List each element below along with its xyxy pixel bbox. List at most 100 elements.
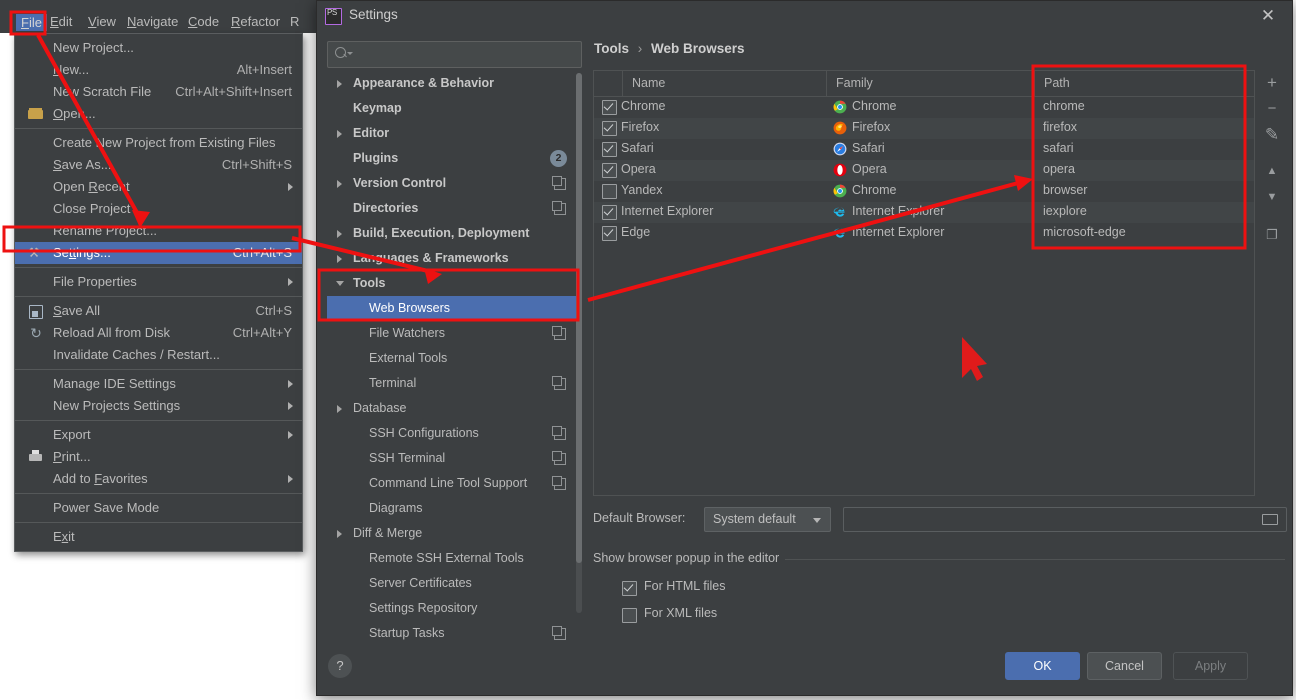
file-menu-item-print[interactable]: Print... (15, 446, 302, 468)
copy-settings-icon[interactable] (552, 326, 566, 340)
sidebar-item-appearance-behavior[interactable]: Appearance & Behavior (327, 71, 580, 96)
file-menu-item-close-project[interactable]: Close Project (15, 198, 302, 220)
default-browser-path-input[interactable] (843, 507, 1287, 532)
table-row[interactable]: Firefox Firefox firefox (594, 118, 1254, 139)
chevron-right-icon[interactable] (337, 80, 342, 88)
browser-enabled-checkbox[interactable] (602, 121, 617, 136)
file-menu-item-exit[interactable]: Exit (15, 526, 302, 548)
settings-search-input[interactable] (327, 41, 582, 68)
checkbox-for-html-files[interactable] (622, 581, 637, 596)
table-row[interactable]: Safari Safari safari (594, 139, 1254, 160)
file-menu-item-rename-project[interactable]: Rename Project... (15, 220, 302, 242)
copy-settings-icon[interactable] (552, 201, 566, 215)
browser-name-cell[interactable]: Chrome (621, 99, 665, 113)
chevron-down-icon[interactable] (336, 281, 344, 290)
tree-scrollbar[interactable] (576, 73, 582, 613)
chevron-right-icon[interactable] (337, 130, 342, 138)
file-menu-item-save-as[interactable]: Save As... Ctrl+Shift+S (15, 154, 302, 176)
close-icon[interactable]: ✕ (1258, 6, 1278, 26)
file-menu-item-new-projects-settings[interactable]: New Projects Settings (15, 395, 302, 417)
ok-button[interactable]: OK (1005, 652, 1080, 680)
add-button[interactable]: + (1258, 70, 1286, 96)
file-menu-item-export[interactable]: Export (15, 424, 302, 446)
browser-path-cell[interactable]: opera (1043, 162, 1075, 176)
sidebar-item-file-watchers[interactable]: File Watchers (327, 321, 580, 346)
browser-enabled-checkbox[interactable] (602, 142, 617, 157)
table-row[interactable]: Opera Opera opera (594, 160, 1254, 181)
file-menu-item-open-recent[interactable]: Open Recent (15, 176, 302, 198)
tree-scrollbar-thumb[interactable] (576, 73, 582, 563)
file-menu-item-file-properties[interactable]: File Properties (15, 271, 302, 293)
sidebar-item-build-execution-deployment[interactable]: Build, Execution, Deployment (327, 221, 580, 246)
copy-settings-icon[interactable] (552, 626, 566, 640)
copy-settings-icon[interactable] (552, 476, 566, 490)
browser-family-cell[interactable]: Internet Explorer (852, 204, 944, 218)
sidebar-item-diagrams[interactable]: Diagrams (327, 496, 580, 521)
menubar-item-code[interactable]: Code (188, 14, 219, 29)
browser-path-cell[interactable]: firefox (1043, 120, 1077, 134)
sidebar-item-version-control[interactable]: Version Control (327, 171, 580, 196)
sidebar-item-diff-merge[interactable]: Diff & Merge (327, 521, 580, 546)
copy-settings-icon[interactable] (552, 426, 566, 440)
file-menu-item-open[interactable]: Open... (15, 103, 302, 125)
browser-enabled-checkbox[interactable] (602, 226, 617, 241)
sidebar-item-external-tools[interactable]: External Tools (327, 346, 580, 371)
sidebar-item-keymap[interactable]: Keymap (327, 96, 580, 121)
file-menu-item-invalidate-caches-restart[interactable]: Invalidate Caches / Restart... (15, 344, 302, 366)
file-menu-item-save-all[interactable]: Save All Ctrl+S (15, 300, 302, 322)
menubar-item-refactor[interactable]: Refactor (231, 14, 280, 29)
file-menu-item-new-project[interactable]: New Project... (15, 37, 302, 59)
table-row[interactable]: Chrome Chrome chrome (594, 97, 1254, 118)
file-menu-item-add-to-favorites[interactable]: Add to Favorites (15, 468, 302, 490)
browser-family-cell[interactable]: Internet Explorer (852, 225, 944, 239)
browser-name-cell[interactable]: Opera (621, 162, 656, 176)
browsers-table[interactable]: Name Family Path Chrome Chrome chrome Firef… (593, 70, 1255, 496)
sidebar-item-web-browsers[interactable]: Web Browsers (327, 296, 580, 321)
copy-settings-icon[interactable] (552, 451, 566, 465)
table-header-path[interactable]: Path (1044, 76, 1070, 90)
browser-family-cell[interactable]: Firefox (852, 120, 890, 134)
move-down-button[interactable]: ▼ (1258, 184, 1286, 210)
chevron-right-icon[interactable] (337, 255, 342, 263)
chevron-right-icon[interactable] (337, 530, 342, 538)
sidebar-item-plugins[interactable]: Plugins 2 (327, 146, 580, 171)
settings-tree[interactable]: Appearance & Behavior Keymap Editor Plugins… (327, 71, 580, 643)
sidebar-item-languages-frameworks[interactable]: Languages & Frameworks (327, 246, 580, 271)
table-header-family[interactable]: Family (836, 76, 873, 90)
file-menu-item-create-new-project-from-existing-files[interactable]: Create New Project from Existing Files (15, 132, 302, 154)
browser-name-cell[interactable]: Safari (621, 141, 654, 155)
browser-name-cell[interactable]: Internet Explorer (621, 204, 713, 218)
edit-button[interactable]: ✎ (1258, 122, 1286, 148)
browser-path-cell[interactable]: microsoft-edge (1043, 225, 1126, 239)
file-menu-item-settings[interactable]: ⚒ Settings... Ctrl+Alt+S (15, 242, 302, 264)
browser-name-cell[interactable]: Edge (621, 225, 650, 239)
browser-enabled-checkbox[interactable] (602, 205, 617, 220)
browser-path-cell[interactable]: browser (1043, 183, 1087, 197)
move-up-button[interactable]: ▲ (1258, 158, 1286, 184)
folder-icon[interactable] (1262, 514, 1278, 525)
file-menu-item-reload-all-from-disk[interactable]: ↻ Reload All from Disk Ctrl+Alt+Y (15, 322, 302, 344)
browser-path-cell[interactable]: iexplore (1043, 204, 1087, 218)
table-header-name[interactable]: Name (632, 76, 665, 90)
sidebar-item-remote-ssh-external-tools[interactable]: Remote SSH External Tools (327, 546, 580, 571)
sidebar-item-directories[interactable]: Directories (327, 196, 580, 221)
chevron-right-icon[interactable] (337, 405, 342, 413)
browser-path-cell[interactable]: safari (1043, 141, 1074, 155)
sidebar-item-server-certificates[interactable]: Server Certificates (327, 571, 580, 596)
browser-name-cell[interactable]: Yandex (621, 183, 662, 197)
menubar-item-navigate[interactable]: Navigate (127, 14, 178, 29)
sidebar-item-tools[interactable]: Tools (327, 271, 580, 296)
table-row[interactable]: Internet Explorer Internet Explorer iexplo… (594, 202, 1254, 223)
copy-button[interactable]: ❐ (1258, 222, 1286, 248)
copy-settings-icon[interactable] (552, 376, 566, 390)
browser-enabled-checkbox[interactable] (602, 100, 617, 115)
file-menu-item-manage-ide-settings[interactable]: Manage IDE Settings (15, 373, 302, 395)
chevron-right-icon[interactable] (337, 230, 342, 238)
menubar-item-view[interactable]: View (88, 14, 116, 29)
browser-family-cell[interactable]: Safari (852, 141, 885, 155)
remove-button[interactable]: − (1258, 96, 1286, 122)
breadcrumb-parent[interactable]: Tools (594, 41, 629, 56)
sidebar-item-command-line-tool-support[interactable]: Command Line Tool Support (327, 471, 580, 496)
sidebar-item-startup-tasks[interactable]: Startup Tasks (327, 621, 580, 643)
file-menu-item-new[interactable]: New... Alt+Insert (15, 59, 302, 81)
